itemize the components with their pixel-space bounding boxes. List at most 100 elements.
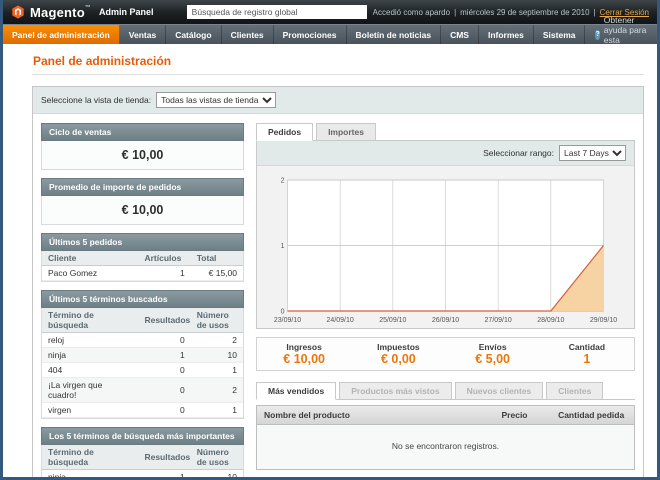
tab[interactable]: Importes [316,123,376,141]
total-cell: Impuestos€ 0,00 [351,342,445,366]
nav-item[interactable]: Clientes [222,25,274,44]
table-row[interactable]: ninja110 [42,348,243,363]
widget-title: Ciclo de ventas [41,123,244,141]
magento-admin-window: Magento™ Admin Panel Accedió como apardo… [0,0,660,480]
nav-item[interactable]: Informes [479,25,534,44]
widget-title: Últimos 5 pedidos [41,233,244,251]
totals-row: Ingresos€ 10,00Impuestos€ 0,00Envíos€ 5,… [256,337,635,371]
top-search-widget: Los 5 términos de búsqueda más important… [41,427,244,477]
current-date: miércoles 29 de septiembre de 2010 [460,8,589,17]
column-header: Total [191,251,243,266]
dashboard-sidebar: Ciclo de ventas € 10,00 Promedio de impo… [41,123,244,477]
help-icon: ? [595,30,599,40]
trademark: ™ [85,5,91,11]
widget-title: Promedio de importe de pedidos [41,178,244,196]
column-header: Artículos [138,251,190,266]
products-table: Nombre del productoPrecioCantidad pedida [257,406,634,425]
store-view-label: Seleccione la vista de tienda: [41,95,151,105]
nav-item[interactable]: Ventas [120,25,166,44]
average-orders-value: € 10,00 [41,196,244,225]
total-cell: Envíos€ 5,00 [446,342,540,366]
tab[interactable]: Clientes [546,382,603,400]
range-select[interactable]: Last 7 Days [559,145,626,161]
average-orders-widget: Promedio de importe de pedidos € 10,00 [41,178,244,225]
total-cell: Ingresos€ 10,00 [257,342,351,366]
column-header: Nombre del producto [257,406,495,425]
table-row[interactable]: virgen01 [42,403,243,418]
total-value: € 10,00 [257,352,351,366]
report-tabs: PedidosImportes [256,123,635,141]
last-search-table: Término de búsquedaResultadosNúmero de u… [42,308,243,418]
products-panel: Nombre del productoPrecioCantidad pedida… [256,405,635,470]
column-header: Cantidad pedida [551,406,634,425]
svg-text:2: 2 [281,178,285,185]
column-header: Resultados [138,308,190,333]
nav-item[interactable]: CMS [441,25,479,44]
svg-text:27/09/10: 27/09/10 [485,317,512,324]
column-header: Cliente [42,251,138,266]
column-header: Precio [495,406,552,425]
total-value: 1 [540,352,634,366]
top-header: Magento™ Admin Panel Accedió como apardo… [3,0,657,24]
help-link[interactable]: ? Obtener ayuda para esta página [585,25,657,44]
last-search-widget: Últimos 5 términos buscados Término de b… [41,290,244,419]
logged-in-as: Accedió como apardo [373,8,450,17]
widget-title: Últimos 5 términos buscados [41,290,244,308]
tab[interactable]: Más vendidos [256,382,336,400]
separator: | [454,8,456,17]
total-value: € 0,00 [351,352,445,366]
column-header: Número de usos [191,445,243,470]
svg-text:23/09/10: 23/09/10 [274,317,301,324]
table-row[interactable]: 40401 [42,363,243,378]
chart-area: 01223/09/1024/09/1025/09/1026/09/1027/09… [257,166,634,328]
last-orders-table: ClienteArtículosTotalPaco Gomez1€ 15,00 [42,251,243,281]
total-label: Cantidad [540,342,634,352]
main-navbar: Panel de administraciónVentasCatálogoCli… [3,24,657,44]
range-label: Seleccionar rango: [483,148,554,158]
total-label: Impuestos [351,342,445,352]
tab[interactable]: Nuevos clientes [455,382,544,400]
nav-item[interactable]: Sistema [534,25,586,44]
orders-chart: 01223/09/1024/09/1025/09/1026/09/1027/09… [263,174,628,326]
bottom-tabs: Más vendidosProductos más vistosNuevos c… [256,382,635,400]
total-value: € 5,00 [446,352,540,366]
table-row[interactable]: reloj02 [42,333,243,348]
nav-item[interactable]: Promociones [274,25,347,44]
table-row[interactable]: ninja110 [42,470,243,478]
table-row[interactable]: ¡La virgen que cuadro!02 [42,378,243,403]
svg-text:28/09/10: 28/09/10 [537,317,564,324]
store-view-bar: Seleccione la vista de tienda: Todas las… [33,87,643,114]
total-label: Envíos [446,342,540,352]
svg-text:1: 1 [281,243,285,250]
column-header: Término de búsqueda [42,308,138,333]
top-search-table: Término de búsquedaResultadosNúmero de u… [42,445,243,477]
tab[interactable]: Pedidos [256,123,313,141]
range-bar: Seleccionar rango: Last 7 Days [257,141,634,166]
svg-text:29/09/10: 29/09/10 [590,317,617,324]
svg-text:24/09/10: 24/09/10 [327,317,354,324]
lifetime-sales-value: € 10,00 [41,141,244,170]
nav-menu: Panel de administraciónVentasCatálogoCli… [3,25,585,44]
empty-records-message: No se encontraron registros. [257,425,634,469]
separator: | [594,8,596,17]
page-content: Panel de administración Seleccione la vi… [3,44,657,477]
nav-item[interactable]: Catálogo [166,25,221,44]
column-header: Número de usos [191,308,243,333]
table-row[interactable]: Paco Gomez1€ 15,00 [42,266,243,281]
svg-text:25/09/10: 25/09/10 [379,317,406,324]
logo-subtitle: Admin Panel [99,7,154,17]
tab[interactable]: Productos más vistos [339,382,451,400]
global-search-input[interactable] [187,5,367,19]
logo-text: Magento™ [30,5,91,20]
last-orders-widget: Últimos 5 pedidos ClienteArtículosTotalP… [41,233,244,282]
total-label: Ingresos [257,342,351,352]
nav-item[interactable]: Panel de administración [3,25,120,44]
column-header: Término de búsqueda [42,445,138,470]
store-view-select[interactable]: Todas las vistas de tienda [156,92,276,108]
nav-item[interactable]: Boletín de noticias [347,25,442,44]
dashboard-main: PedidosImportes Seleccionar rango: Last … [256,123,635,477]
dashboard-container: Seleccione la vista de tienda: Todas las… [32,86,644,477]
page-title: Panel de administración [32,51,644,75]
total-cell: Cantidad1 [540,342,634,366]
lifetime-sales-widget: Ciclo de ventas € 10,00 [41,123,244,170]
